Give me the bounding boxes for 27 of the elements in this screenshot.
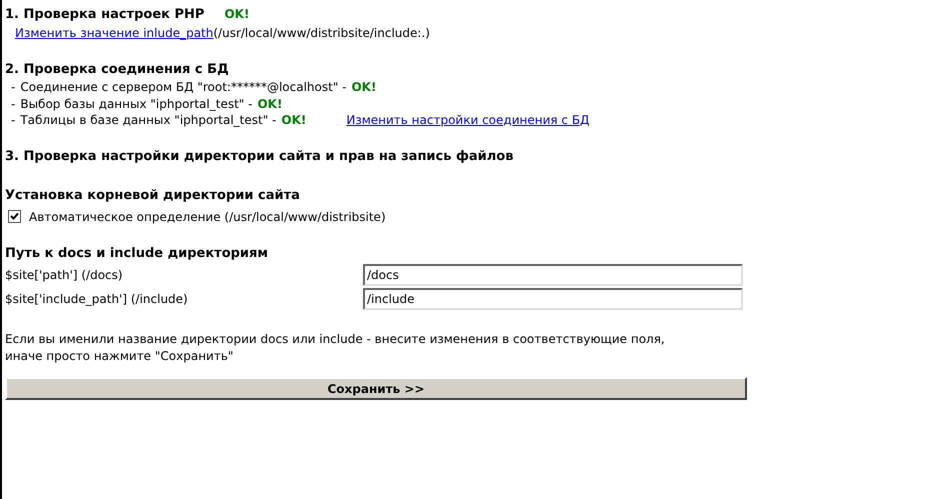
ok-status: OK! [224,6,250,23]
db-settings-link[interactable]: Изменить настройки соединения с БД [346,112,590,128]
include-path-text: (/usr/local/www/distribsite/include:.) [213,24,430,42]
save-button[interactable]: Сохранить >> [5,377,747,400]
check-item-text: Таблицы в базе данных "iphportal_test" - [20,112,276,128]
checkbox-label: Автоматическое определение (/usr/local/www/distribsite) [29,208,386,226]
note-text: Если вы именили название директории docs или include - внесите изменения в соответствующие поля, иначе просто нажмите "Сохранить" [5,331,666,365]
bullet-dash: - [11,112,16,128]
path-input[interactable]: /include [363,288,743,310]
ok-status: OK! [257,96,282,112]
check-item-text: Выбор базы данных "iphportal_test" - [20,96,252,112]
section-heading: Путь к docs и include директориям [5,244,270,262]
auto-detect-checkbox[interactable] [8,210,21,223]
path-input[interactable]: /docs [363,264,743,286]
field-label: $site['include_path'] (/include) [5,291,189,308]
section-heading: Установка корневой директории сайта [5,187,301,205]
checkmark-icon [10,212,19,221]
include-path-link[interactable]: Изменить значение inlude_path [15,24,214,42]
check-item-text: Соединение с сервером БД "root:******@localhost" - [20,79,346,96]
section-heading: 1. Проверка настроек PHP [5,6,204,24]
ok-status: OK! [281,112,306,128]
section-heading: 3. Проверка настройки директории сайта и прав на запись файлов [5,148,514,166]
bullet-dash: - [11,96,16,112]
ok-status: OK! [351,79,376,96]
section-heading: 2. Проверка соединения с БД [5,60,230,78]
field-label: $site['path'] (/docs) [5,267,124,284]
bullet-dash: - [11,79,16,96]
